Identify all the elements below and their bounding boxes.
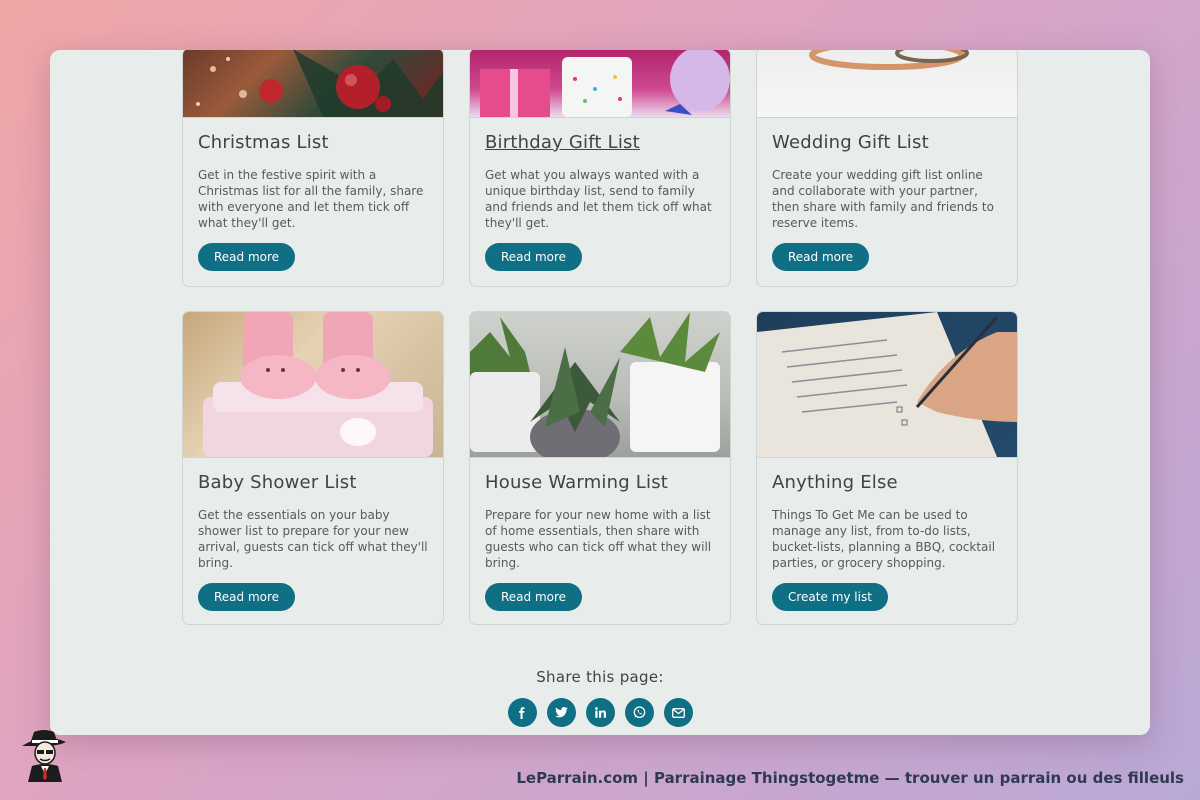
card-description: Get what you always wanted with a unique… [485,168,712,230]
card-title[interactable]: Anything Else [772,472,1002,493]
leparrain-logo[interactable] [18,728,70,782]
share-section: Share this page: [50,668,1150,727]
card-title[interactable]: Christmas List [198,132,428,153]
card-baby-shower: Baby Shower List Get the essentials on y… [182,311,444,625]
linkedin-icon[interactable] [585,698,615,727]
card-anything-else: Anything Else Things To Get Me can be us… [756,311,1018,625]
house-plants-image [470,312,730,458]
card-title[interactable]: Birthday Gift List [485,132,715,153]
card-description: Prepare for your new home with a list of… [485,508,712,570]
card-description: Get the essentials on your baby shower l… [198,508,428,570]
card-description: Create your wedding gift list online and… [772,168,994,230]
read-more-button[interactable]: Read more [198,583,296,611]
christmas-ornaments-image [183,50,443,118]
whatsapp-icon[interactable] [624,698,654,727]
create-my-list-button[interactable]: Create my list [772,583,888,611]
card-description: Get in the festive spirit with a Christm… [198,168,424,230]
card-title[interactable]: Wedding Gift List [772,132,1002,153]
email-icon[interactable] [663,698,693,727]
card-house-warming: House Warming List Prepare for your new … [469,311,731,625]
read-more-button[interactable]: Read more [772,243,870,271]
page-window: Christmas List Get in the festive spirit… [50,50,1150,735]
wedding-rings-image [757,50,1017,118]
card-title[interactable]: House Warming List [485,472,715,493]
card-christmas: Christmas List Get in the festive spirit… [182,50,444,287]
facebook-icon[interactable] [507,698,537,727]
card-birthday: Birthday Gift List Get what you always w… [469,50,731,287]
share-title: Share this page: [536,668,664,686]
footer-caption: LeParrain.com | Parrainage Thingstogetme… [516,769,1184,787]
read-more-button[interactable]: Read more [485,243,583,271]
share-icons [50,698,1150,727]
card-title[interactable]: Baby Shower List [198,472,428,493]
writing-list-image [757,312,1017,458]
read-more-button[interactable]: Read more [198,243,296,271]
card-description: Things To Get Me can be used to manage a… [772,508,996,570]
read-more-button[interactable]: Read more [485,583,583,611]
twitter-icon[interactable] [546,698,576,727]
card-wedding: Wedding Gift List Create your wedding gi… [756,50,1018,287]
birthday-cake-image [470,50,730,118]
baby-shoes-image [183,312,443,458]
